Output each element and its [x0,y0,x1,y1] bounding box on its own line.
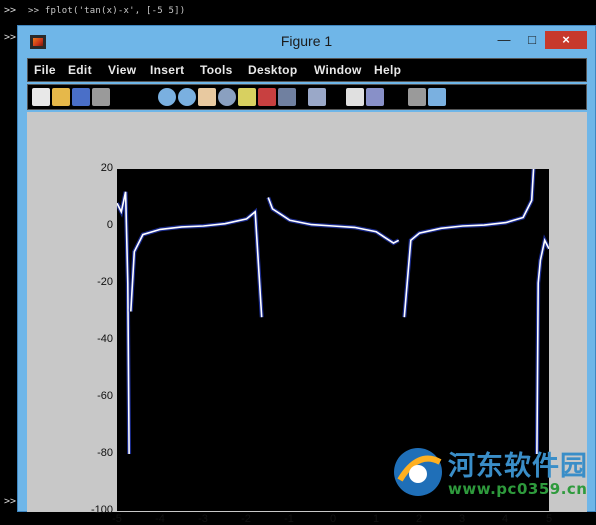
title-bar[interactable]: Figure 1 — □ × [18,26,595,56]
menu-window[interactable]: Window [314,63,362,77]
x-tick-label: 2 [415,513,423,525]
print-icon[interactable] [92,88,110,106]
close-button[interactable]: × [545,31,587,49]
command-prompt-3: >> [4,496,17,507]
series-line-outline [266,196,400,246]
new-figure-icon[interactable] [32,88,50,106]
x-tick-label: -3 [198,513,208,525]
command-window: >> >> fplot('tan(x)-x', [-5 5]) [0,0,596,26]
rotate-icon[interactable] [218,88,236,106]
dock-icon[interactable] [428,88,446,106]
x-tick-label: 1 [372,513,380,525]
command-prompt-2: >> [4,32,17,43]
menu-help[interactable]: Help [374,63,401,77]
menu-edit[interactable]: Edit [68,63,92,77]
y-tick-label: 0 [106,219,113,231]
maximize-button[interactable]: □ [523,31,541,49]
zoom-in-icon[interactable] [158,88,176,106]
hide-plot-tools-icon[interactable] [366,88,384,106]
watermark-url: www.pc0359.cn [448,480,588,498]
watermark: 河东软件园 www.pc0359.cn [388,440,596,512]
series-line [403,169,535,318]
save-icon[interactable] [72,88,90,106]
series-line-outline [402,169,536,318]
brush-icon[interactable] [258,88,276,106]
menu-desktop[interactable]: Desktop [248,63,297,77]
figure-toolbar [27,84,587,110]
x-tick-label: 0 [329,513,337,525]
x-tick-label: 3 [458,513,466,525]
zoom-out-icon[interactable] [178,88,196,106]
link-icon[interactable] [278,88,296,106]
x-tick-label: -1 [284,513,294,525]
y-tick-label: -60 [97,390,113,402]
watermark-logo-icon [394,448,442,496]
x-tick-label: -2 [241,513,251,525]
y-tick-label: -20 [97,276,113,288]
pan-icon[interactable] [198,88,216,106]
y-tick-label: -40 [97,333,113,345]
figure-window: Figure 1 — □ × File Edit View Insert Too… [17,25,596,525]
menu-bar: File Edit View Insert Tools Desktop Wind… [27,58,587,82]
command-text: >> fplot('tan(x)-x', [-5 5]) [28,6,186,16]
watermark-text: 河东软件园 [448,451,588,482]
x-tick-label: -5 [112,513,122,525]
x-tick-label: 5 [545,513,553,525]
minimize-button[interactable]: — [495,31,513,49]
menu-tools[interactable]: Tools [200,63,233,77]
menu-file[interactable]: File [34,63,56,77]
x-tick-label: 4 [501,513,509,525]
menu-insert[interactable]: Insert [150,63,184,77]
legend-icon[interactable] [346,88,364,106]
show-plot-tools-icon[interactable] [408,88,426,106]
y-tick-label: 20 [100,162,113,174]
y-tick-label: -80 [97,447,113,459]
x-tick-label: -4 [155,513,165,525]
series-line-outline [128,207,264,318]
command-prompt: >> [4,5,17,16]
data-cursor-icon[interactable] [238,88,256,106]
colorbar-icon[interactable] [308,88,326,106]
menu-view[interactable]: View [108,63,136,77]
open-file-icon[interactable] [52,88,70,106]
